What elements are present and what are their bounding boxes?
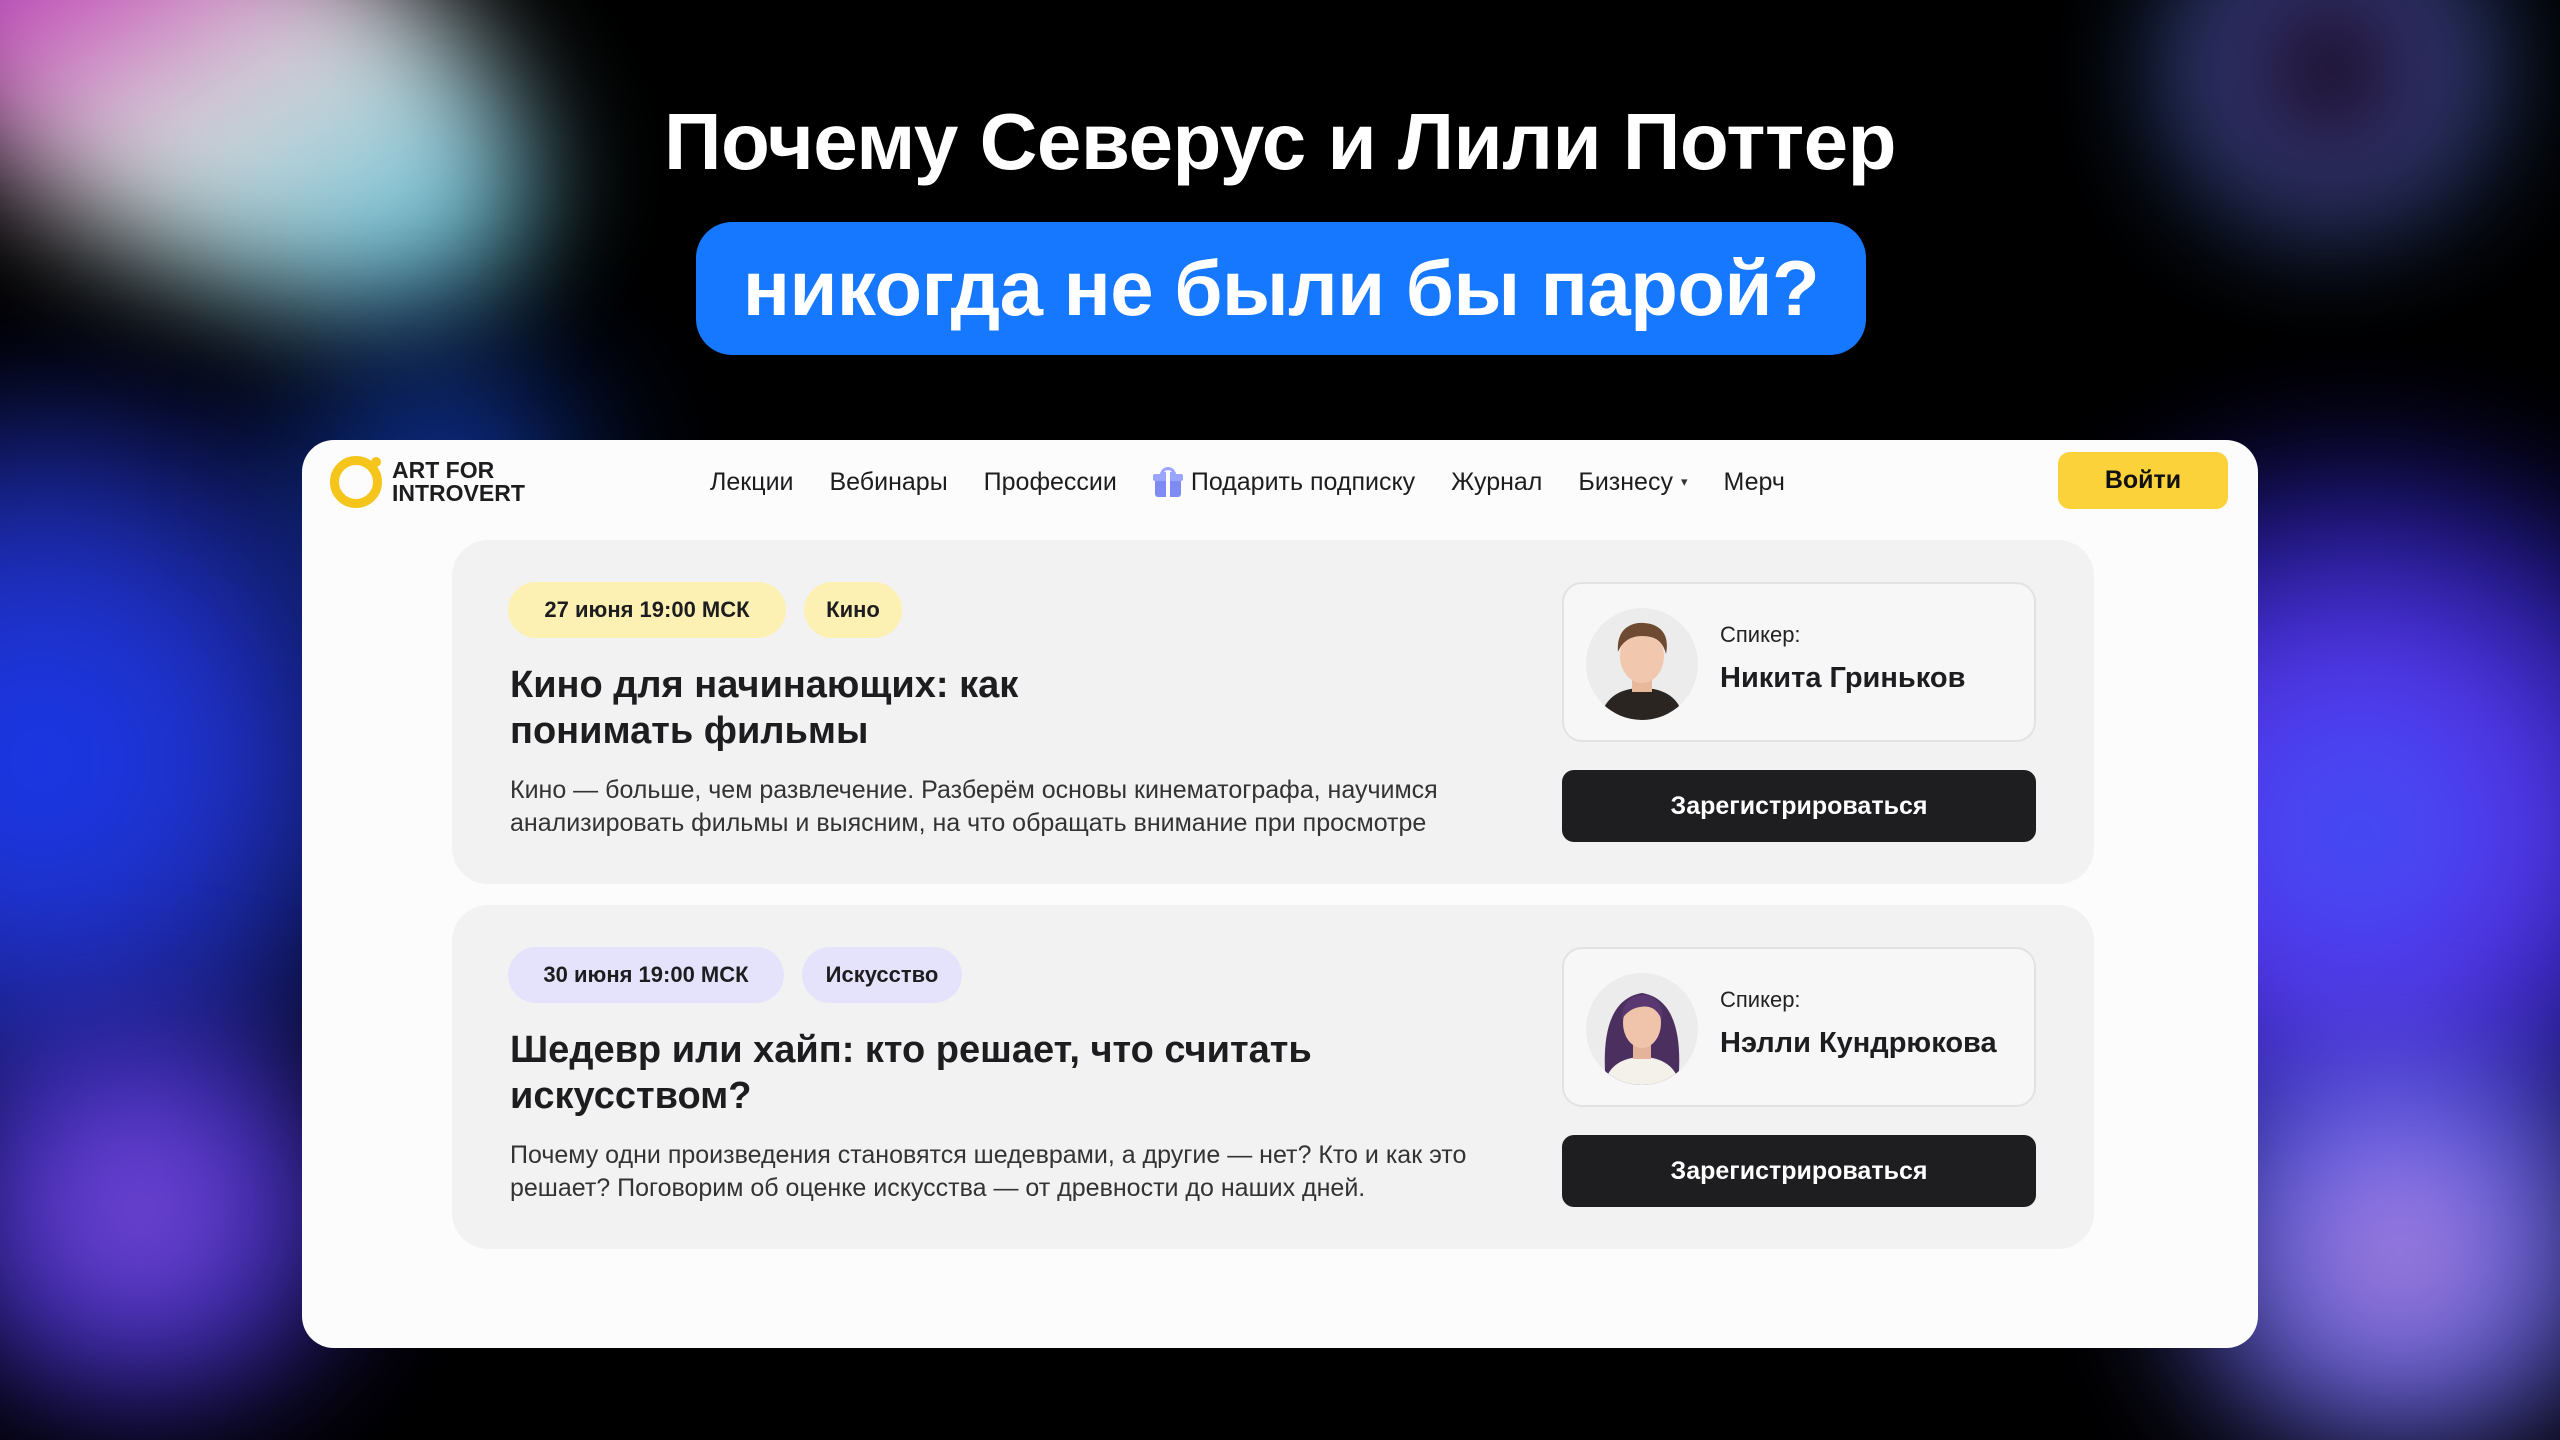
logo-line2: INTROVERT (392, 480, 525, 506)
nav-business[interactable]: Бизнесу ▾ (1578, 468, 1687, 497)
nav-webinars[interactable]: Вебинары (830, 468, 948, 497)
logo-line1: ART FOR (392, 457, 495, 483)
nav-professions[interactable]: Профессии (984, 468, 1117, 497)
nav-journal[interactable]: Журнал (1451, 468, 1542, 497)
login-button[interactable]: Войти (2058, 452, 2228, 509)
gift-icon (1152, 467, 1183, 497)
nav-gift-subscription[interactable]: Подарить подписку (1152, 467, 1415, 497)
event-date-tag: 30 июня 19:00 МСК (508, 947, 784, 1003)
nav-lectures[interactable]: Лекции (710, 468, 794, 497)
event-title[interactable]: Шедевр или хайп: кто решает, что считать… (510, 1027, 1370, 1119)
event-card: 27 июня 19:00 МСК Кино Кино для начинающ… (452, 540, 2094, 884)
logo-icon (330, 456, 382, 508)
speaker-label: Спикер: (1720, 987, 1801, 1012)
speaker-card: Спикер: Нэлли Кундрюкова (1562, 947, 2036, 1107)
speaker-card: Спикер: Никита Гриньков (1562, 582, 2036, 742)
speaker-label: Спикер: (1720, 622, 1801, 647)
event-card: 30 июня 19:00 МСК Искусство Шедевр или х… (452, 905, 2094, 1249)
promo-highlight: никогда не были бы парой? (696, 222, 1866, 355)
site-window: ART FOR INTROVERT Лекции Вебинары Профес… (302, 440, 2258, 1348)
event-description: Почему одни произведения становятся шеде… (510, 1141, 1467, 1202)
promo-headline: Почему Северус и Лили Поттер (663, 97, 1897, 186)
nav-merch[interactable]: Мерч (1723, 468, 1784, 497)
speaker-photo-icon (1586, 973, 1698, 1085)
logo[interactable]: ART FOR INTROVERT (330, 456, 525, 508)
event-description: Кино — больше, чем развлечение. Разберём… (510, 776, 1438, 837)
speaker-photo-icon (1586, 608, 1698, 720)
speaker-name[interactable]: Никита Гриньков (1720, 662, 1965, 695)
avatar (1586, 608, 1698, 720)
avatar (1586, 973, 1698, 1085)
register-button[interactable]: Зарегистрироваться (1562, 770, 2036, 842)
main-nav: Лекции Вебинары Профессии Подарить подпи… (710, 440, 1785, 524)
chevron-down-icon: ▾ (1680, 474, 1688, 489)
site-header: ART FOR INTROVERT Лекции Вебинары Профес… (302, 440, 2258, 524)
event-category-tag[interactable]: Кино (804, 582, 902, 638)
speaker-name[interactable]: Нэлли Кундрюкова (1720, 1027, 1997, 1060)
event-category-tag[interactable]: Искусство (802, 947, 962, 1003)
register-button[interactable]: Зарегистрироваться (1562, 1135, 2036, 1207)
event-title[interactable]: Кино для начинающих: как понимать фильмы (510, 662, 1130, 754)
event-date-tag: 27 июня 19:00 МСК (508, 582, 786, 638)
